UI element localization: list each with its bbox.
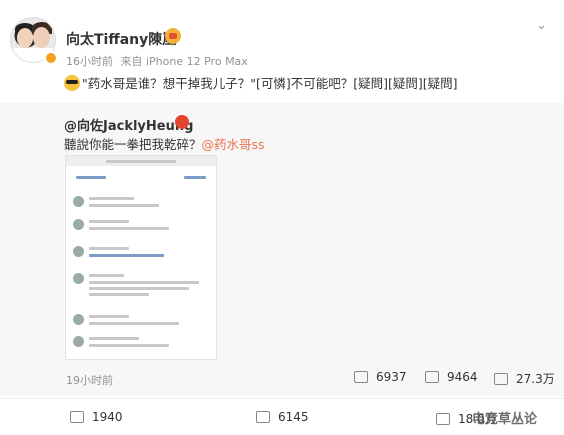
repost-count: 6937 (376, 370, 407, 384)
post-content: "药水哥是谁？想干掉我儿子？"[可憐]不可能吧？[疑問][疑問][疑問] (64, 73, 458, 92)
post-meta: 16小时前 来自 iPhone 12 Pro Max (66, 53, 248, 69)
repost-icon (70, 411, 84, 423)
repost-icon (354, 371, 368, 383)
like-count-original[interactable]: 27.3万 (494, 370, 555, 387)
comment-count: 9464 (447, 370, 478, 384)
repost-count: 1940 (92, 410, 123, 424)
author-name[interactable]: 向太Tiffany陳嵐 (66, 29, 176, 49)
more-options-icon[interactable]: ⌄ (536, 18, 547, 33)
action-bar: 1940 6145 18.0万 电竞草丛论 (0, 398, 564, 435)
post-source: 来自 iPhone 12 Pro Max (120, 55, 248, 68)
comment-button[interactable]: 6145 (256, 410, 309, 424)
watermark-text: 电竞草丛论 (472, 412, 538, 427)
reposted-time[interactable]: 19小时前 (66, 372, 113, 388)
post-text: "药水哥是谁？想干掉我儿子？"[可憐]不可能吧？[疑問][疑問][疑問] (82, 76, 458, 91)
mention-link[interactable]: @药水哥ss (202, 137, 265, 152)
reposted-text-body: 聽說你能一拳把我乾碎？ (64, 137, 202, 152)
original-author-name[interactable]: @向佐JacklyHeung (64, 115, 193, 134)
comment-count: 6145 (278, 410, 309, 424)
sunglasses-emoji-icon (64, 75, 80, 91)
like-icon (436, 413, 450, 425)
reposted-text: 聽說你能一拳把我乾碎？@药水哥ss (64, 134, 265, 153)
member-crown-icon (165, 28, 181, 44)
like-count: 27.3万 (516, 372, 555, 386)
repost-button[interactable]: 1940 (70, 410, 123, 424)
repost-count-original[interactable]: 6937 (354, 370, 407, 384)
comment-icon (256, 411, 270, 423)
comment-count-original[interactable]: 9464 (425, 370, 478, 384)
post-time[interactable]: 16小时前 (66, 55, 113, 68)
verified-badge-icon (44, 51, 58, 65)
weibo-post: 向太Tiffany陳嵐 16小时前 来自 iPhone 12 Pro Max ⌄… (0, 0, 564, 435)
like-icon (494, 373, 508, 385)
reposted-card[interactable]: @向佐JacklyHeung 聽說你能一拳把我乾碎？@药水哥ss (0, 103, 564, 396)
comment-icon (425, 371, 439, 383)
comment-screenshot-image[interactable] (65, 155, 217, 360)
verified-badge-icon (175, 115, 189, 129)
